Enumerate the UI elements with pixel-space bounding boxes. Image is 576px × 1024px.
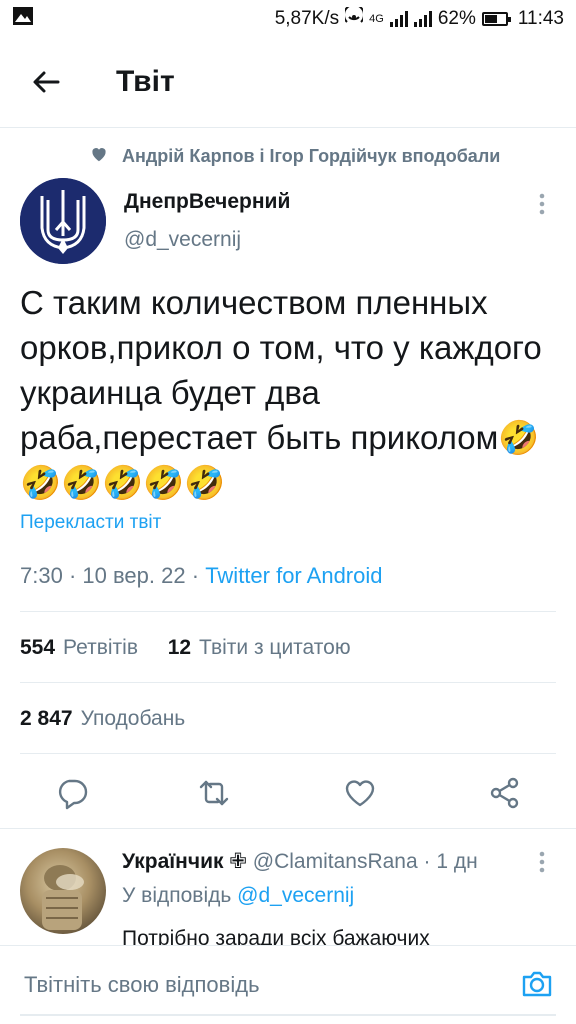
battery-percent: 62%: [437, 8, 476, 29]
replying-to: У відповідь @d_vecernij: [122, 884, 354, 908]
social-context[interactable]: Андрій Карпов і Ігор Гордійчук вподобали: [90, 146, 500, 167]
translate-tweet-link[interactable]: Перекласти твіт: [20, 512, 161, 534]
tweet-source-link[interactable]: Twitter for Android: [205, 563, 382, 588]
retweet-stats: 554 Ретвітів 12 Твіти з цитатою: [20, 636, 351, 660]
more-options-icon[interactable]: [538, 192, 546, 216]
quotes-label: Твіти з цитатою: [199, 636, 351, 659]
status-bar: 5,87K/s 4G 62% 11:43: [0, 0, 576, 38]
quotes-stat[interactable]: 12 Твіти з цитатою: [168, 636, 351, 659]
retweets-count: 554: [20, 636, 56, 659]
back-arrow-icon[interactable]: [30, 66, 62, 98]
gallery-icon: [12, 6, 34, 32]
camera-icon[interactable]: [520, 967, 554, 1001]
reply-avatar[interactable]: [20, 848, 106, 934]
share-icon[interactable]: [488, 776, 522, 810]
network-type: 4G: [369, 13, 384, 25]
tweet-meta: 7:30 · 10 вер. 22 · Twitter for Android: [20, 563, 383, 588]
page-title: Твіт: [116, 65, 175, 98]
likes-count: 2 847: [20, 707, 73, 730]
heart-icon: [90, 146, 122, 167]
battery-icon: [481, 12, 511, 26]
reply-icon[interactable]: [55, 776, 89, 810]
reply-more-options-icon[interactable]: [538, 850, 546, 874]
signal-icon: [389, 11, 408, 27]
tweet-text: С таким количеством пленных орков,прикол…: [20, 284, 542, 501]
divider: [20, 682, 556, 683]
clock: 11:43: [517, 8, 564, 29]
quotes-count: 12: [167, 636, 192, 659]
trident-logo: [20, 178, 106, 264]
author-handle[interactable]: @d_vecernij: [124, 228, 241, 252]
reply-author-name[interactable]: Українчик ✙: [122, 850, 247, 873]
like-icon[interactable]: [343, 776, 377, 810]
replying-to-prefix: У відповідь: [122, 884, 232, 907]
signal-icon-2: [413, 11, 432, 27]
likes-label: Уподобань: [80, 707, 186, 730]
tweet-actions: [0, 770, 576, 816]
reply-input[interactable]: Твітніть свою відповідь: [24, 972, 260, 998]
reply-composer: Твітніть свою відповідь: [0, 945, 576, 1024]
retweets-stat[interactable]: 554 Ретвітів: [20, 636, 138, 659]
divider: [20, 753, 556, 754]
reply-avatar-image: [42, 865, 84, 930]
composer-underline: [20, 1014, 556, 1016]
network-speed: 5,87K/s: [274, 8, 340, 29]
app-header: Твіт: [0, 40, 576, 128]
divider: [20, 611, 556, 612]
reply-time: 1 дн: [436, 850, 478, 873]
replying-to-handle[interactable]: @d_vecernij: [237, 884, 354, 907]
likes-stat[interactable]: 2 847 Уподобань: [20, 707, 185, 731]
reply-header: Українчик ✙ @ClamitansRana · 1 дн: [122, 850, 478, 873]
reply-author-handle[interactable]: @ClamitansRana: [253, 850, 418, 873]
author-name[interactable]: ДнепрВечерний: [124, 190, 290, 214]
section-divider: [0, 828, 576, 829]
tweet-time: 7:30: [20, 563, 63, 588]
retweet-icon[interactable]: [197, 776, 231, 810]
reply-text: Потрібно заради всіх бажаючих: [122, 927, 430, 946]
tweet-date: 10 вер. 22: [82, 563, 186, 588]
retweets-label: Ретвітів: [63, 636, 138, 659]
author-avatar[interactable]: [20, 178, 106, 264]
hotspot-icon: [343, 3, 366, 31]
social-context-text: Андрій Карпов і Ігор Гордійчук вподобали: [122, 146, 501, 166]
